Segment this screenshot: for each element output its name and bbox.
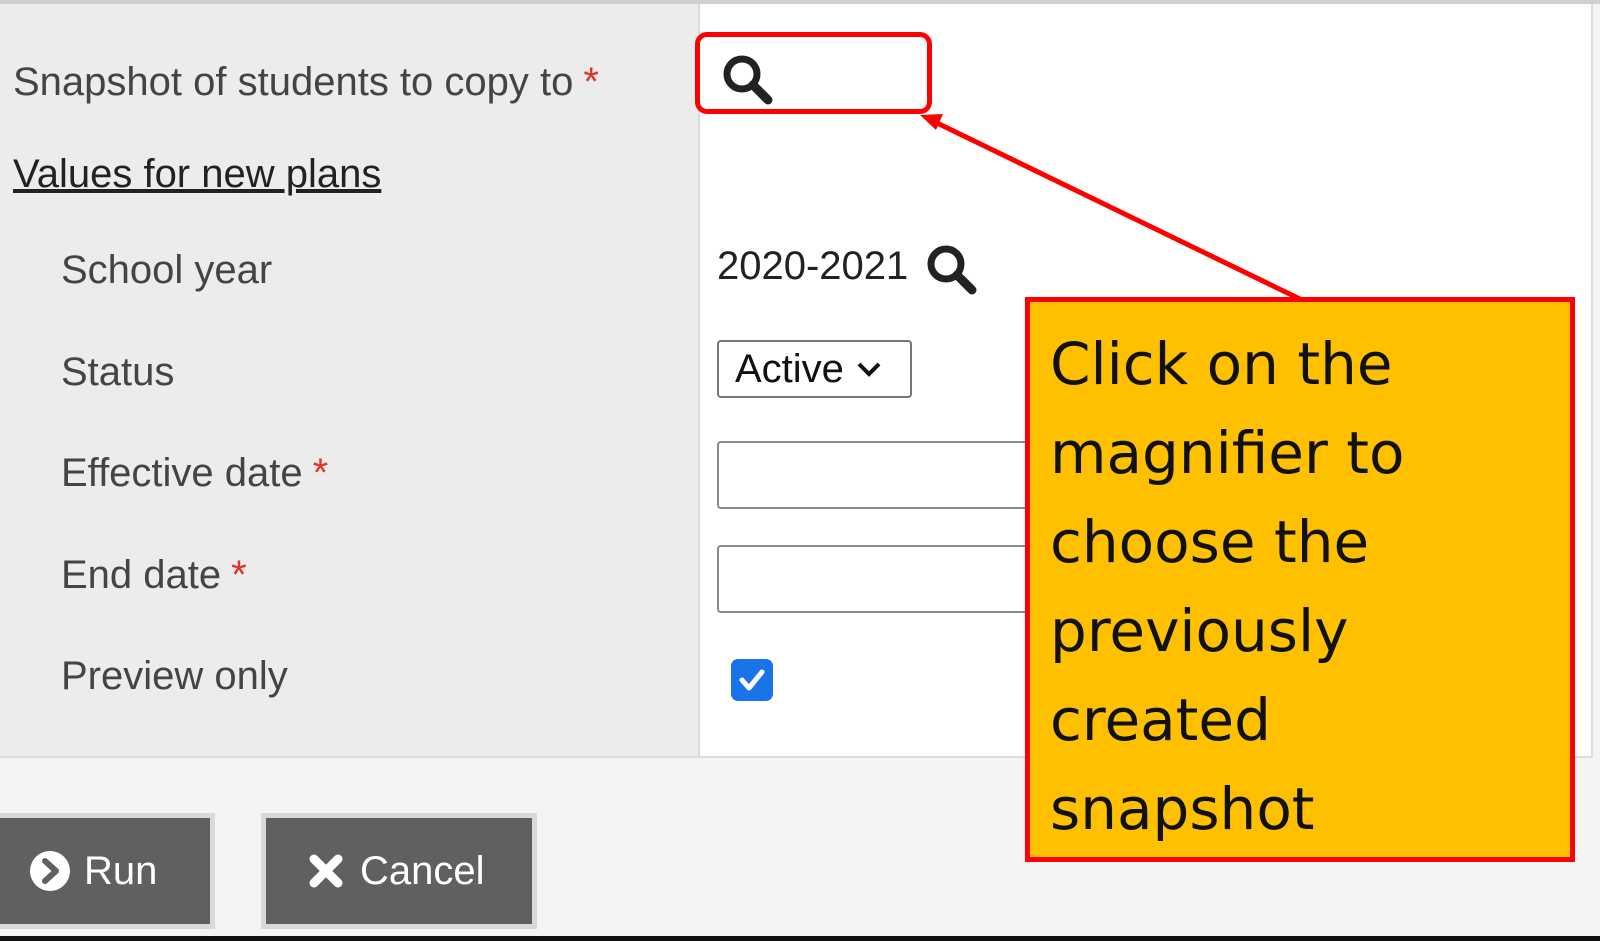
end-date-label: End date *: [61, 555, 247, 595]
callout-line: previously: [1050, 597, 1349, 665]
effective-date-input[interactable]: [717, 441, 1037, 509]
status-select-value: Active: [735, 346, 844, 391]
snapshot-label-text: Snapshot of students to copy to: [13, 60, 574, 104]
instruction-callout: Click on the magnifier to choose the pre…: [1025, 297, 1575, 862]
snapshot-label: Snapshot of students to copy to *: [13, 62, 599, 102]
x-icon: [304, 849, 348, 893]
required-asterisk: *: [231, 553, 247, 597]
status-label: Status: [61, 350, 175, 394]
callout-line: choose the: [1050, 508, 1370, 576]
callout-line: magnifier to: [1050, 419, 1405, 487]
callout-line: created: [1050, 686, 1271, 754]
values-for-new-plans-link[interactable]: Values for new plans: [13, 154, 381, 194]
bottom-border: [0, 936, 1600, 941]
effective-date-label-text: Effective date: [61, 451, 303, 495]
preview-only-label: Preview only: [61, 654, 288, 698]
magnifier-icon[interactable]: [922, 240, 982, 300]
required-asterisk: *: [583, 60, 599, 104]
label-column: Snapshot of students to copy to * Values …: [0, 4, 700, 756]
run-button[interactable]: Run: [0, 818, 210, 924]
end-date-label-text: End date: [61, 553, 222, 597]
chevron-circle-right-icon: [28, 849, 72, 893]
effective-date-label: Effective date *: [61, 453, 328, 493]
cancel-button[interactable]: Cancel: [266, 818, 532, 924]
checkmark-icon: [739, 669, 765, 691]
cancel-button-label: Cancel: [360, 848, 485, 893]
chevron-down-icon: [857, 362, 881, 377]
status-select[interactable]: Active: [717, 340, 912, 398]
school-year-value: 2020-2021: [717, 244, 909, 288]
callout-line: snapshot: [1050, 775, 1315, 843]
required-asterisk: *: [312, 451, 329, 495]
end-date-input[interactable]: [717, 545, 1037, 613]
highlight-box: [695, 32, 932, 114]
school-year-label: School year: [61, 248, 273, 292]
run-button-label: Run: [84, 848, 158, 893]
callout-line: Click on the: [1050, 330, 1393, 398]
preview-only-checkbox[interactable]: [731, 659, 773, 701]
